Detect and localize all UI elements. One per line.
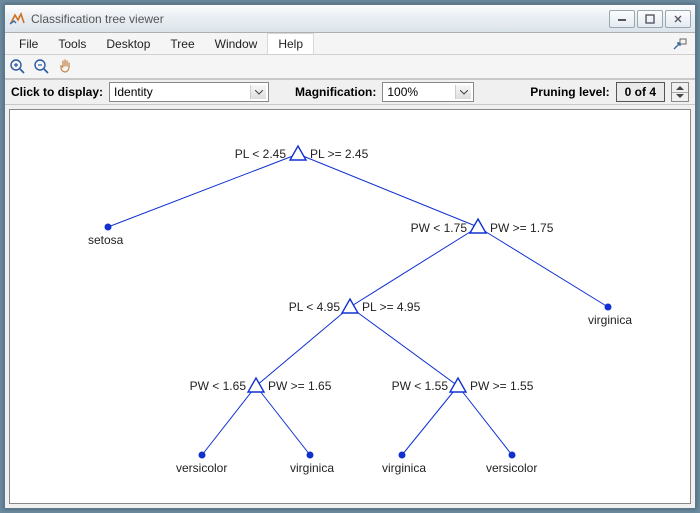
window-controls bbox=[609, 10, 691, 28]
display-value: Identity bbox=[114, 85, 153, 99]
zoom-in-icon[interactable] bbox=[9, 58, 27, 76]
minimize-button[interactable] bbox=[609, 10, 635, 28]
window-title: Classification tree viewer bbox=[31, 12, 609, 26]
app-window: Classification tree viewer File Tools De… bbox=[4, 4, 696, 509]
node3-left: PL < 4.95 bbox=[268, 300, 340, 314]
node4-right: PW >= 1.65 bbox=[268, 379, 331, 393]
menu-desktop[interactable]: Desktop bbox=[96, 33, 160, 54]
display-dropdown[interactable]: Identity bbox=[109, 82, 269, 102]
leaf-versicolor: versicolor bbox=[176, 461, 227, 475]
node5-right: PW >= 1.55 bbox=[470, 379, 533, 393]
node4-left: PW < 1.65 bbox=[170, 379, 246, 393]
menu-tree[interactable]: Tree bbox=[160, 33, 204, 54]
menu-tools[interactable]: Tools bbox=[48, 33, 96, 54]
leaf-versicolor: versicolor bbox=[486, 461, 537, 475]
leaf-virginica: virginica bbox=[290, 461, 334, 475]
close-button[interactable] bbox=[665, 10, 691, 28]
chevron-down-icon bbox=[250, 85, 266, 99]
magnification-dropdown[interactable]: 100% bbox=[382, 82, 474, 102]
maximize-button[interactable] bbox=[637, 10, 663, 28]
toolbar bbox=[5, 55, 695, 79]
node5-left: PW < 1.55 bbox=[372, 379, 448, 393]
controlbar: Click to display: Identity Magnification… bbox=[5, 79, 695, 105]
node2-left: PW < 1.75 bbox=[395, 221, 467, 235]
node3-right: PL >= 4.95 bbox=[362, 300, 420, 314]
titlebar: Classification tree viewer bbox=[5, 5, 695, 33]
spinner-down[interactable] bbox=[672, 92, 688, 102]
chevron-down-icon bbox=[455, 85, 471, 99]
menu-window[interactable]: Window bbox=[205, 33, 268, 54]
node1-left: PL < 2.45 bbox=[210, 147, 286, 161]
leaf-virginica: virginica bbox=[588, 313, 632, 327]
leaf-setosa: setosa bbox=[88, 233, 123, 247]
magnification-label: Magnification: bbox=[295, 85, 376, 99]
leaf-virginica: virginica bbox=[382, 461, 426, 475]
spinner-up[interactable] bbox=[672, 83, 688, 92]
zoom-out-icon[interactable] bbox=[33, 58, 51, 76]
menu-help[interactable]: Help bbox=[267, 33, 314, 54]
pan-icon[interactable] bbox=[57, 58, 75, 76]
magnification-value: 100% bbox=[387, 85, 418, 99]
menubar: File Tools Desktop Tree Window Help bbox=[5, 33, 695, 55]
pruning-label: Pruning level: bbox=[530, 85, 609, 99]
pruning-value: 0 of 4 bbox=[616, 82, 665, 102]
display-label: Click to display: bbox=[11, 85, 103, 99]
node2-right: PW >= 1.75 bbox=[490, 221, 553, 235]
pruning-spinner[interactable] bbox=[671, 82, 689, 102]
menu-file[interactable]: File bbox=[9, 33, 48, 54]
tree-canvas[interactable]: PL < 2.45 PL >= 2.45 PW < 1.75 PW >= 1.7… bbox=[9, 109, 691, 504]
canvas-area: PL < 2.45 PL >= 2.45 PW < 1.75 PW >= 1.7… bbox=[5, 105, 695, 508]
dock-button[interactable] bbox=[673, 33, 691, 54]
node1-right: PL >= 2.45 bbox=[310, 147, 368, 161]
matlab-icon bbox=[9, 11, 25, 27]
